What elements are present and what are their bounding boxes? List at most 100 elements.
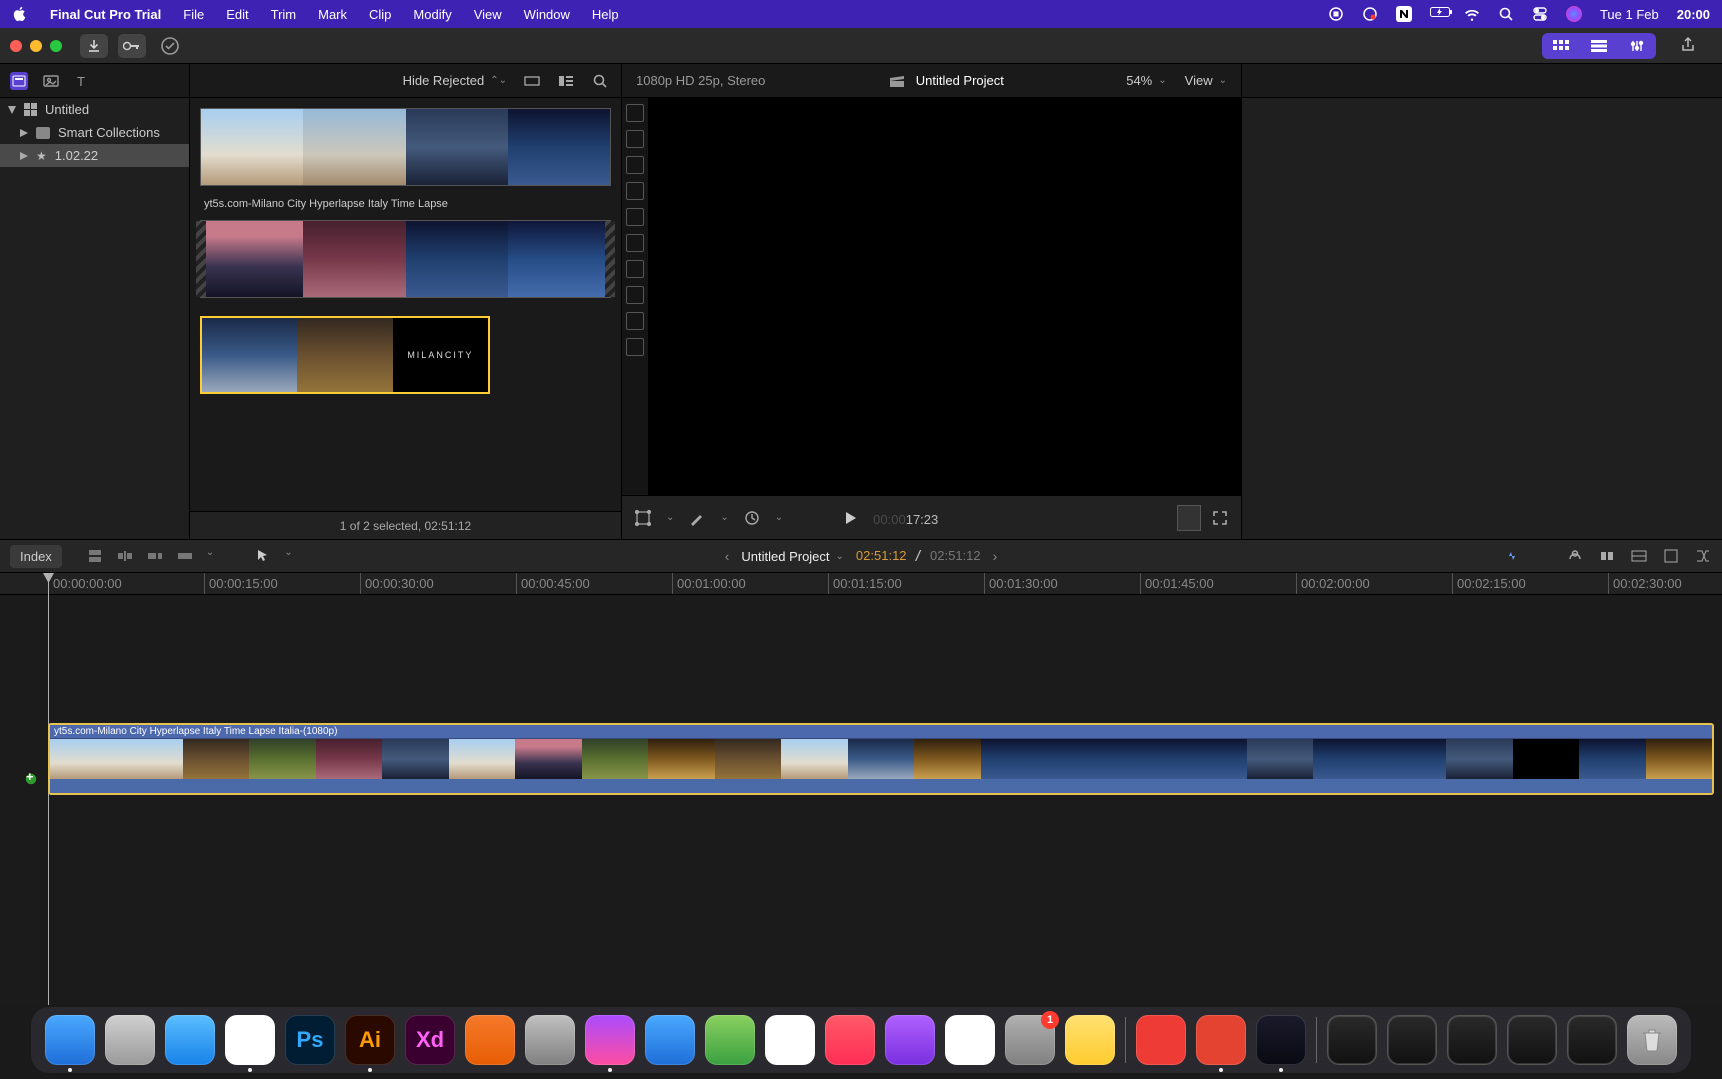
menubar-app-icon[interactable] bbox=[1362, 6, 1378, 22]
viewer-timecode[interactable]: 00:0017:23 bbox=[873, 505, 938, 530]
dock-app-photos[interactable] bbox=[765, 1015, 815, 1065]
photos-tab-icon[interactable] bbox=[42, 72, 60, 90]
timeline-ruler[interactable]: 00:00:00:00 00:00:15:00 00:00:30:00 00:0… bbox=[0, 573, 1722, 595]
sidebar-item-smart-collections[interactable]: Smart Collections bbox=[0, 121, 189, 144]
menu-help[interactable]: Help bbox=[592, 7, 619, 22]
notion-icon[interactable] bbox=[1396, 6, 1412, 22]
apple-logo-icon[interactable] bbox=[12, 6, 28, 22]
workspace-browser-button[interactable] bbox=[1542, 33, 1580, 59]
timeline-appearance-icon[interactable] bbox=[1630, 547, 1648, 565]
effects-browser-icon[interactable] bbox=[1662, 547, 1680, 565]
scope-button[interactable] bbox=[626, 260, 644, 278]
clip-appearance-icon[interactable] bbox=[523, 72, 541, 90]
dock-app-todoist[interactable] bbox=[1196, 1015, 1246, 1065]
chevron-down-icon[interactable]: ⌄ bbox=[206, 547, 214, 565]
dock-app-finder[interactable] bbox=[45, 1015, 95, 1065]
transitions-browser-icon[interactable] bbox=[1694, 547, 1712, 565]
menu-edit[interactable]: Edit bbox=[226, 7, 248, 22]
scope-button[interactable] bbox=[626, 234, 644, 252]
menubar-date[interactable]: Tue 1 Feb bbox=[1600, 7, 1659, 22]
menu-view[interactable]: View bbox=[474, 7, 502, 22]
wifi-icon[interactable] bbox=[1464, 6, 1480, 22]
sidebar-item-event[interactable]: ★ 1.02.22 bbox=[0, 144, 189, 167]
library-tab-icon[interactable] bbox=[10, 72, 28, 90]
transform-tool-icon[interactable] bbox=[634, 509, 652, 527]
scope-button[interactable] bbox=[626, 312, 644, 330]
share-button[interactable] bbox=[1674, 33, 1702, 57]
viewer-zoom-dropdown[interactable]: 54%⌄ bbox=[1126, 73, 1166, 88]
menu-trim[interactable]: Trim bbox=[271, 7, 297, 22]
dock-app-launchpad[interactable] bbox=[105, 1015, 155, 1065]
timeline-project-dropdown[interactable]: Untitled Project ⌄ bbox=[741, 549, 844, 564]
zoom-window-button[interactable] bbox=[50, 40, 62, 52]
menu-mark[interactable]: Mark bbox=[318, 7, 347, 22]
screen-record-icon[interactable] bbox=[1328, 6, 1344, 22]
dock-app-notes[interactable] bbox=[1065, 1015, 1115, 1065]
dock-app-settings[interactable]: 1 bbox=[1005, 1015, 1055, 1065]
clips-area[interactable]: yt5s.com-Milano City Hyperlapse Italy Ti… bbox=[190, 98, 621, 511]
browser-clip[interactable] bbox=[200, 220, 611, 298]
search-icon[interactable] bbox=[591, 72, 609, 90]
overwrite-clip-icon[interactable] bbox=[176, 547, 194, 565]
scope-button[interactable] bbox=[626, 208, 644, 226]
spotlight-icon[interactable] bbox=[1498, 6, 1514, 22]
dock-app-numbers[interactable] bbox=[945, 1015, 995, 1065]
workspace-timeline-button[interactable] bbox=[1580, 33, 1618, 59]
menubar-time[interactable]: 20:00 bbox=[1677, 7, 1710, 22]
menu-file[interactable]: File bbox=[183, 7, 204, 22]
chevron-left-icon[interactable]: ‹ bbox=[725, 548, 730, 564]
chevron-down-icon[interactable]: ⌄ bbox=[284, 547, 292, 565]
dock-app-anydesk[interactable] bbox=[1136, 1015, 1186, 1065]
enhance-tool-icon[interactable] bbox=[688, 509, 706, 527]
dock-trash[interactable] bbox=[1627, 1015, 1677, 1065]
dock-minimized-window[interactable] bbox=[1327, 1015, 1377, 1065]
play-button-icon[interactable] bbox=[841, 509, 859, 527]
list-view-icon[interactable] bbox=[557, 72, 575, 90]
dock-app-xd[interactable]: Xd bbox=[405, 1015, 455, 1065]
control-center-icon[interactable] bbox=[1532, 6, 1548, 22]
close-window-button[interactable] bbox=[10, 40, 22, 52]
dock-app-messenger[interactable] bbox=[585, 1015, 635, 1065]
scope-button[interactable] bbox=[626, 104, 644, 122]
connect-clip-icon[interactable] bbox=[86, 547, 104, 565]
chevron-down-icon[interactable]: ⌄ bbox=[775, 512, 783, 523]
chevron-right-icon[interactable]: › bbox=[993, 548, 998, 564]
audio-skimming-icon[interactable] bbox=[1534, 547, 1552, 565]
browser-clip-selected[interactable]: MILANCITY bbox=[200, 316, 490, 394]
timeline[interactable]: 00:00:00:00 00:00:15:00 00:00:30:00 00:0… bbox=[0, 573, 1722, 1005]
scope-button[interactable] bbox=[626, 286, 644, 304]
import-button[interactable] bbox=[80, 34, 108, 58]
dock-app-safari[interactable] bbox=[165, 1015, 215, 1065]
audio-meter[interactable] bbox=[1177, 505, 1201, 531]
sidebar-item-library[interactable]: Untitled bbox=[0, 98, 189, 121]
background-tasks-button[interactable] bbox=[156, 34, 184, 58]
dock-app-krita[interactable] bbox=[525, 1015, 575, 1065]
timeline-clip[interactable]: yt5s.com-Milano City Hyperlapse Italy Ti… bbox=[48, 723, 1714, 795]
dock-app-finalcutpro[interactable] bbox=[1256, 1015, 1306, 1065]
filter-dropdown[interactable]: Hide Rejected ⌃⌄ bbox=[403, 73, 507, 88]
menu-modify[interactable]: Modify bbox=[413, 7, 451, 22]
chevron-down-icon[interactable]: ⌄ bbox=[666, 512, 674, 523]
dock-minimized-window[interactable] bbox=[1447, 1015, 1497, 1065]
timeline-index-button[interactable]: Index bbox=[10, 545, 62, 568]
battery-icon[interactable] bbox=[1430, 6, 1446, 22]
dock-app-blender[interactable] bbox=[465, 1015, 515, 1065]
scope-button[interactable] bbox=[626, 338, 644, 356]
timeline-tracks[interactable]: yt5s.com-Milano City Hyperlapse Italy Ti… bbox=[0, 595, 1722, 1005]
skimming-icon[interactable] bbox=[1502, 547, 1520, 565]
dock-app-podcasts[interactable] bbox=[885, 1015, 935, 1065]
dock-minimized-window[interactable] bbox=[1387, 1015, 1437, 1065]
menu-window[interactable]: Window bbox=[524, 7, 570, 22]
snapping-icon[interactable] bbox=[1598, 547, 1616, 565]
workspace-inspector-button[interactable] bbox=[1618, 33, 1656, 59]
scope-button[interactable] bbox=[626, 182, 644, 200]
minimize-window-button[interactable] bbox=[30, 40, 42, 52]
dock-app-illustrator[interactable]: Ai bbox=[345, 1015, 395, 1065]
arrow-tool-icon[interactable] bbox=[254, 547, 272, 565]
menu-clip[interactable]: Clip bbox=[369, 7, 391, 22]
dock-minimized-window[interactable] bbox=[1567, 1015, 1617, 1065]
retime-tool-icon[interactable] bbox=[743, 509, 761, 527]
dock-minimized-window[interactable] bbox=[1507, 1015, 1557, 1065]
viewer-canvas[interactable] bbox=[648, 98, 1241, 495]
fullscreen-icon[interactable] bbox=[1211, 509, 1229, 527]
